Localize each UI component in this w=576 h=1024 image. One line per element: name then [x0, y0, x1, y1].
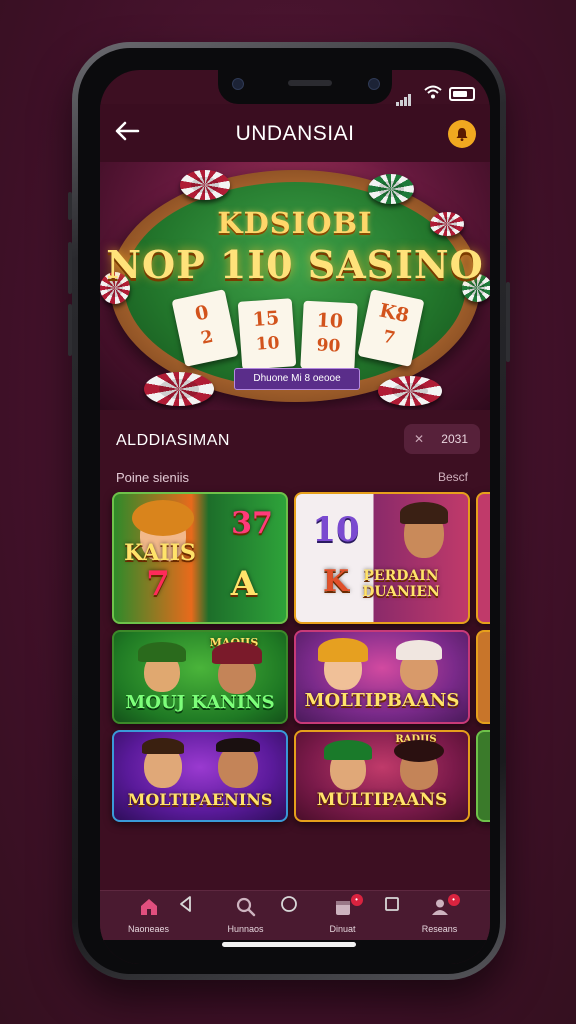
home-indicator[interactable] [222, 942, 356, 947]
hero-subtitle: KDSIOBI [217, 206, 373, 240]
hat-image [138, 642, 186, 662]
recents-square-icon[interactable] [382, 894, 402, 914]
nav-label: Dinuat [329, 924, 356, 934]
game-tile[interactable]: KAIIS 37 7 A [112, 492, 288, 624]
back-triangle-icon[interactable] [176, 894, 196, 914]
hair-image [400, 502, 448, 524]
game-title: KAIIS [124, 540, 196, 566]
game-tile[interactable]: MOLTIPAENINS [112, 730, 288, 822]
poker-chip [180, 170, 230, 200]
hero-banner[interactable]: KDSIOBI NOP 1I0 SASINO 02 15 10 10 90 K8 7 … [100, 162, 490, 410]
phone-bezel: UNDANSIAI KDSIOBI NOP 1I0 SASINO 02 15 1… [78, 48, 500, 974]
poker-chip [368, 174, 414, 204]
nav-label: Reseans [421, 924, 458, 934]
nav-label: Hunnaos [227, 924, 264, 934]
android-nav [78, 884, 500, 924]
page-title: UNDANSIAI [235, 122, 355, 145]
games-section: ALDDIASIMAN ✕ 2031 Poine sieniis Bescf K… [108, 420, 490, 870]
power-button [506, 282, 510, 362]
game-tile[interactable]: 10 K PERDAIN DUANIEN [294, 492, 470, 624]
volume-up-button [68, 242, 72, 294]
hair-image [216, 738, 260, 752]
home-circle-icon[interactable] [279, 894, 299, 914]
phone-frame: UNDANSIAI KDSIOBI NOP 1I0 SASINO 02 15 1… [68, 42, 510, 980]
game-number: 37 [231, 506, 273, 541]
hair-image [142, 738, 184, 754]
game-title: PERDAIN DUANIEN [362, 568, 440, 600]
game-tile[interactable]: RADIIS MULTIPAANS [294, 730, 470, 822]
game-number: A [230, 564, 258, 604]
section-title: ALDDIASIMAN [116, 432, 230, 449]
game-title: MOUJ KANINS [125, 692, 275, 713]
volume-down-button [68, 304, 72, 356]
subsection-title: Poine sieniis [116, 470, 189, 485]
game-tile[interactable] [476, 492, 490, 624]
game-tile[interactable] [476, 630, 490, 724]
hat-image [212, 642, 262, 664]
hero-title: NOP 1I0 SASINO [106, 242, 484, 287]
hat-image [396, 640, 442, 660]
hair-image [394, 740, 444, 762]
status-bar [100, 70, 490, 106]
game-tile[interactable]: MOLTIPBAANS [294, 630, 470, 724]
playing-card: 10 90 [300, 300, 358, 372]
playing-card: 15 10 [237, 298, 297, 370]
hero-badge[interactable]: Dhuone Mi 8 oeooe [234, 368, 360, 390]
app-header: UNDANSIAI [100, 104, 490, 162]
game-title: MOLTIPBAANS [304, 690, 460, 711]
poker-chip [144, 372, 214, 406]
hat-image [324, 740, 372, 760]
screen: UNDANSIAI KDSIOBI NOP 1I0 SASINO 02 15 1… [100, 70, 490, 964]
game-title: MOLTIPAENINS [127, 790, 273, 809]
game-tile[interactable] [476, 730, 490, 822]
hair-image [318, 638, 368, 662]
see-all-link[interactable]: Bescf [438, 470, 468, 484]
wifi-icon [424, 85, 442, 102]
game-title: MULTIPAANS [316, 790, 448, 810]
game-tile[interactable]: MAOIIS MOUJ KANINS [112, 630, 288, 724]
nav-label: Naoneaes [127, 924, 170, 934]
sort-dropdown[interactable]: ✕ 2031 [404, 424, 480, 454]
signal-icon [396, 88, 412, 106]
poker-chip [378, 376, 442, 406]
notification-bell-icon[interactable] [448, 120, 476, 148]
filter-icon: ✕ [414, 432, 425, 446]
mute-switch [68, 192, 72, 220]
battery-icon [449, 87, 475, 101]
